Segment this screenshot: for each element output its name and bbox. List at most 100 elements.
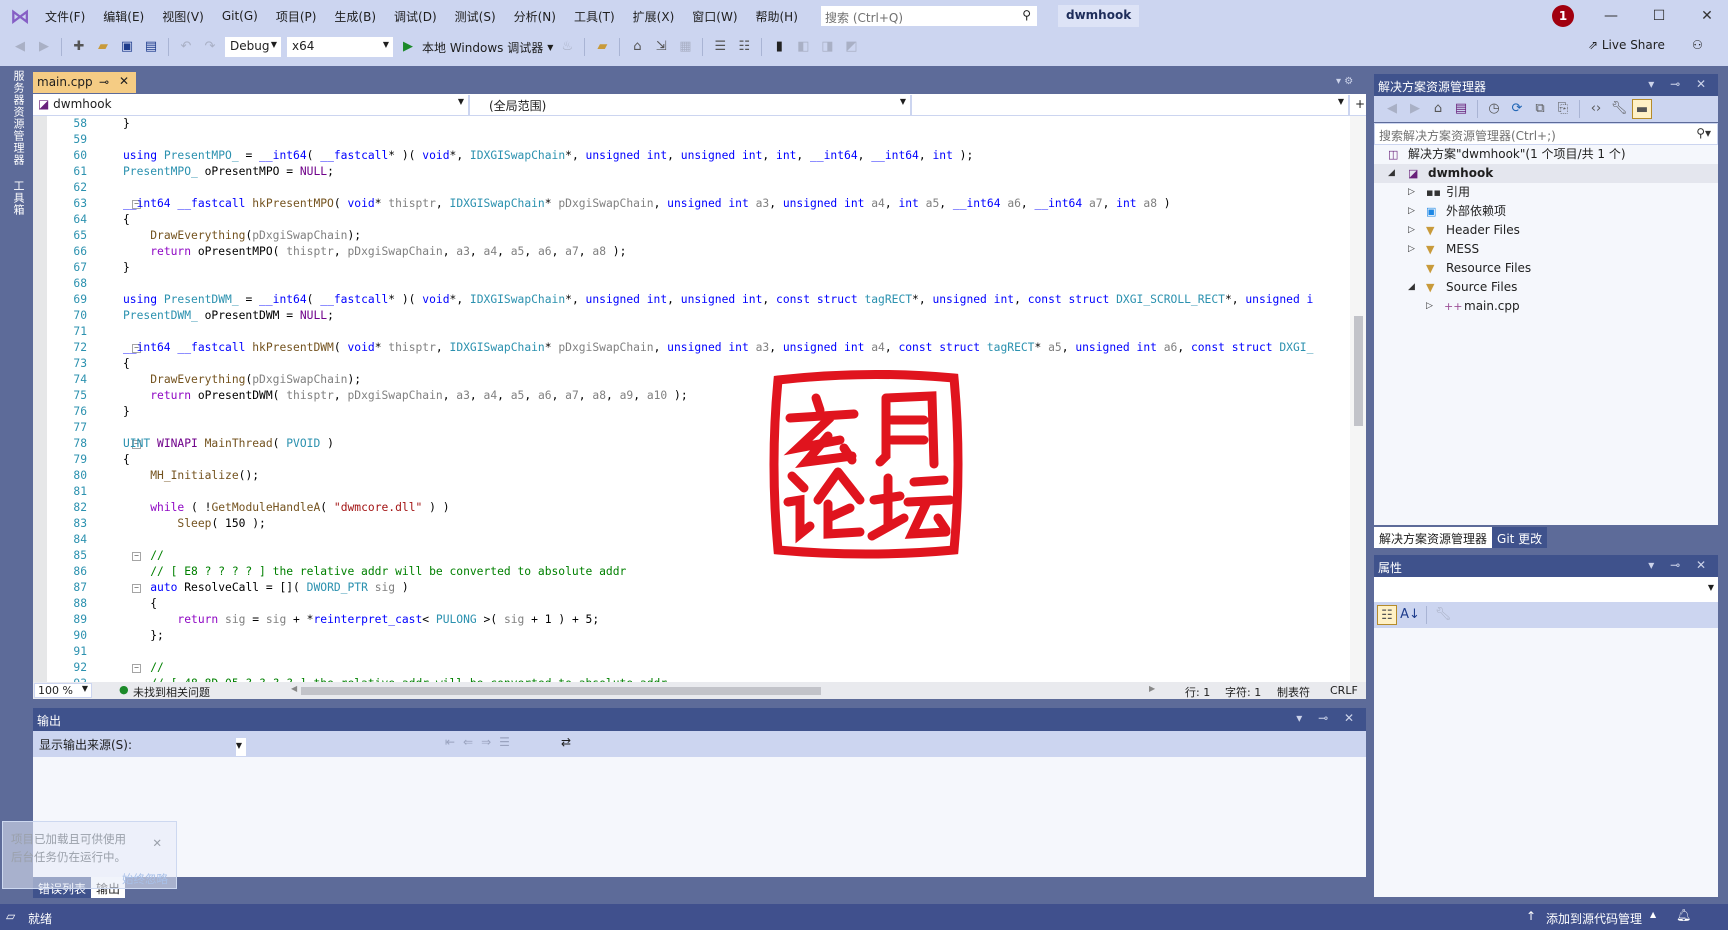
show-all-files-icon[interactable]: ⎘ [1553,99,1573,119]
close-icon[interactable]: ✕ [152,834,162,852]
notification-badge[interactable]: 1 [1552,5,1574,27]
start-debugging-button[interactable]: 本地 Windows 调试器 [422,39,543,56]
pane-controls[interactable]: ▾ ⊸ ✕ [1648,77,1712,91]
output-content[interactable] [33,757,1366,877]
live-share-button[interactable]: ⇗ Live Share [1588,38,1665,52]
prev-bookmark-icon[interactable]: ◧ [793,37,813,57]
tree-item[interactable]: ▼ Resource Files [1374,259,1718,278]
menu-item[interactable]: 生成(B) [325,8,385,25]
pin-icon[interactable]: ⊸ [99,75,109,89]
tab-main-cpp[interactable]: main.cpp ⊸ ✕ [33,72,136,93]
chevron-down-icon[interactable]: ▼ [547,43,553,52]
save-icon[interactable]: ▣ [117,37,137,57]
find-in-files-icon[interactable]: ▰ [592,37,612,57]
tree-item[interactable]: ▷ ▼ MESS [1374,240,1718,259]
clear-bookmarks-icon[interactable]: ◩ [841,37,861,57]
code-editor[interactable]: 58} 59 60 using PresentMPO_ = __int64( __fa… [33,116,1366,682]
menu-item[interactable]: 分析(N) [505,8,565,25]
scope-dropdown[interactable]: (全局范围) ▼ [472,95,912,115]
issues-status[interactable]: 未找到相关问题 [133,684,210,700]
scroll-left-icon[interactable]: ◀ [291,684,297,693]
forward-icon[interactable]: ▶ [1405,99,1425,119]
horizontal-scrollbar[interactable] [301,687,821,695]
play-icon[interactable]: ▶ [398,37,418,57]
bookmark-icon[interactable]: ▮ [769,37,789,57]
word-wrap-icon[interactable]: ⇄ [561,735,571,749]
properties-object-dropdown[interactable]: ▼ [1374,577,1718,602]
close-button[interactable]: ✕ [1684,4,1728,28]
expand-icon[interactable]: ▷ [1408,240,1415,259]
menu-item[interactable]: 视图(V) [153,8,213,25]
tree-item[interactable]: ▷ ▣ 外部依赖项 [1374,202,1718,221]
home-icon[interactable]: ⌂ [1428,99,1448,119]
collapse-icon[interactable]: ◢ [1388,164,1395,183]
property-pages-icon[interactable]: 🔧︎ [1433,605,1453,625]
step-icon[interactable]: ⇲ [651,37,671,57]
menu-item[interactable]: 编辑(E) [94,8,153,25]
redo-icon[interactable]: ↷ [200,37,220,57]
maximize-button[interactable]: ☐ [1636,4,1682,28]
tree-item[interactable]: ◫ 解决方案"dwmhook"(1 个项目/共 1 个) [1374,145,1718,164]
menu-item[interactable]: 文件(F) [36,8,94,25]
sync-icon[interactable]: ⟳ [1507,99,1527,119]
tree-item[interactable]: ◢ ▼ Source Files [1374,278,1718,297]
pane-controls[interactable]: ▾ ⊸ ✕ [1648,558,1712,572]
indent-indicator[interactable]: 制表符 [1277,684,1310,700]
collapse-all-icon[interactable]: ⧉ [1530,99,1550,119]
switch-views-icon[interactable]: ▤ [1451,99,1471,119]
split-icon[interactable]: + [1350,95,1366,115]
tab-list-icon[interactable]: ▾ ⚙ [1336,76,1353,87]
close-tab-icon[interactable]: ✕ [119,74,129,88]
open-folder-icon[interactable]: ▰ [93,37,113,57]
preview-toggle-icon[interactable]: ▬ [1632,99,1652,119]
new-project-icon[interactable]: ✚ [69,37,89,57]
toast-dismiss-link[interactable]: 始终忽略 [11,870,168,888]
zoom-dropdown[interactable]: 100 % ▼ [34,683,92,698]
expand-icon[interactable]: ▷ [1408,183,1415,202]
back-icon[interactable]: ◀ [10,37,30,57]
browser-icon[interactable]: ⌂ [627,37,647,57]
member-dropdown[interactable]: ▼ [914,95,1350,115]
feedback-icon[interactable]: ⚇ [1692,38,1703,52]
output-source-dropdown[interactable]: ▼ [235,737,248,757]
collapse-icon[interactable]: ◢ [1408,278,1415,297]
hot-reload-icon[interactable]: ♨ [557,37,577,57]
platform-dropdown[interactable]: x64 ▼ [286,36,394,58]
vertical-scrollbar[interactable] [1350,116,1366,682]
next-bookmark-icon[interactable]: ◨ [817,37,837,57]
eol-indicator[interactable]: CRLF [1330,684,1358,697]
scroll-thumb[interactable] [1354,316,1363,426]
uncomment-icon[interactable]: ☷ [734,37,754,57]
server-explorer-tab[interactable]: 服务器资源管理器 [8,70,26,166]
menu-item[interactable]: Git(G) [213,9,267,23]
back-icon[interactable]: ◀ [1382,99,1402,119]
categorized-icon[interactable]: ☷ [1377,605,1397,625]
pending-changes-icon[interactable]: ◷ [1484,99,1504,119]
undo-icon[interactable]: ↶ [176,37,196,57]
expand-icon[interactable]: ▷ [1408,202,1415,221]
toolbox-tab[interactable]: 工具箱 [8,180,26,216]
add-to-source-control-button[interactable]: 添加到源代码管理 [1546,910,1642,927]
chevron-up-icon[interactable]: ▲ [1650,910,1656,919]
project-dropdown[interactable]: ◪ dwmhook ▼ [33,95,470,115]
comment-icon[interactable]: ☰ [710,37,730,57]
line-indicator[interactable]: 行: 1 [1185,684,1210,700]
tree-item[interactable]: ▷ ▪▪ 引用 [1374,183,1718,202]
forward-icon[interactable]: ▶ [34,37,54,57]
configuration-dropdown[interactable]: Debug ▼ [224,36,282,58]
tree-item[interactable]: ◢ ◪ dwmhook [1374,164,1718,183]
scroll-right-icon[interactable]: ▶ [1149,684,1155,693]
properties-wrench-icon[interactable]: 🔧︎ [1609,99,1629,119]
output-actions[interactable]: ⇤⇐⇒☰ [445,735,518,749]
menu-item[interactable]: 扩展(X) [624,8,684,25]
menu-item[interactable]: 测试(S) [446,8,505,25]
minimize-button[interactable]: — [1588,4,1634,28]
menu-item[interactable]: 项目(P) [267,8,326,25]
tree-item[interactable]: ▷ ▼ Header Files [1374,221,1718,240]
breakpoint-icon[interactable]: ▦ [675,37,695,57]
menu-item[interactable]: 调试(D) [385,8,446,25]
menu-item[interactable]: 帮助(H) [747,8,807,25]
tree-item[interactable]: ▷ ++ main.cpp [1374,297,1718,316]
alphabetical-icon[interactable]: A↓ [1400,605,1420,625]
menu-item[interactable]: 工具(T) [565,8,624,25]
